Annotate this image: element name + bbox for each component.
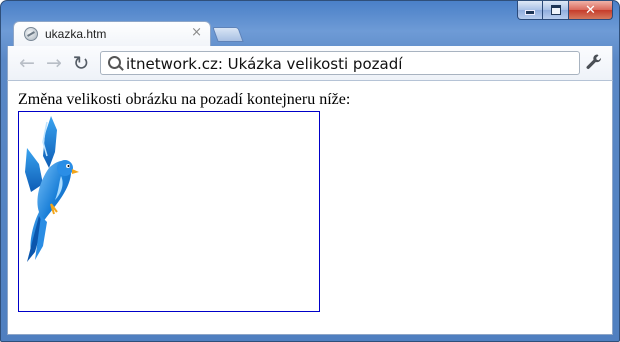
tab-ukazka[interactable]: ukazka.htm ×	[13, 21, 211, 47]
blue-bird-image	[25, 116, 79, 262]
tab-title: ukazka.htm	[45, 27, 107, 41]
maximize-button[interactable]	[543, 1, 569, 20]
search-icon	[108, 56, 121, 69]
back-arrow-icon[interactable]: ←	[16, 52, 38, 74]
background-container	[18, 111, 320, 312]
minimize-icon	[525, 10, 535, 15]
close-icon: ✕	[585, 2, 596, 18]
page-text: Změna velikosti obrázku na pozadí kontej…	[18, 91, 351, 108]
page-viewport: Změna velikosti obrázku na pozadí kontej…	[7, 80, 613, 335]
globe-icon	[24, 27, 38, 41]
browser-toolbar: ← → ↻ itnetwork.cz: Ukázka velikosti poz…	[7, 46, 613, 80]
address-text[interactable]: itnetwork.cz: Ukázka velikosti pozadí	[126, 55, 402, 73]
window-controls: ✕	[517, 1, 613, 21]
close-window-button[interactable]: ✕	[569, 1, 613, 20]
wrench-svg	[586, 54, 602, 69]
maximize-icon	[550, 5, 561, 15]
reload-icon[interactable]: ↻	[70, 52, 92, 74]
wrench-icon[interactable]	[584, 53, 604, 73]
forward-arrow-icon[interactable]: →	[43, 52, 65, 74]
address-bar[interactable]: itnetwork.cz: Ukázka velikosti pozadí	[100, 51, 580, 75]
minimize-button[interactable]	[517, 1, 543, 20]
tab-close-icon[interactable]: ×	[191, 25, 202, 40]
browser-window: ✕ ukazka.htm × ← → ↻ itnetwork.cz: Ukázk…	[0, 0, 620, 342]
new-tab-button[interactable]	[212, 27, 244, 42]
